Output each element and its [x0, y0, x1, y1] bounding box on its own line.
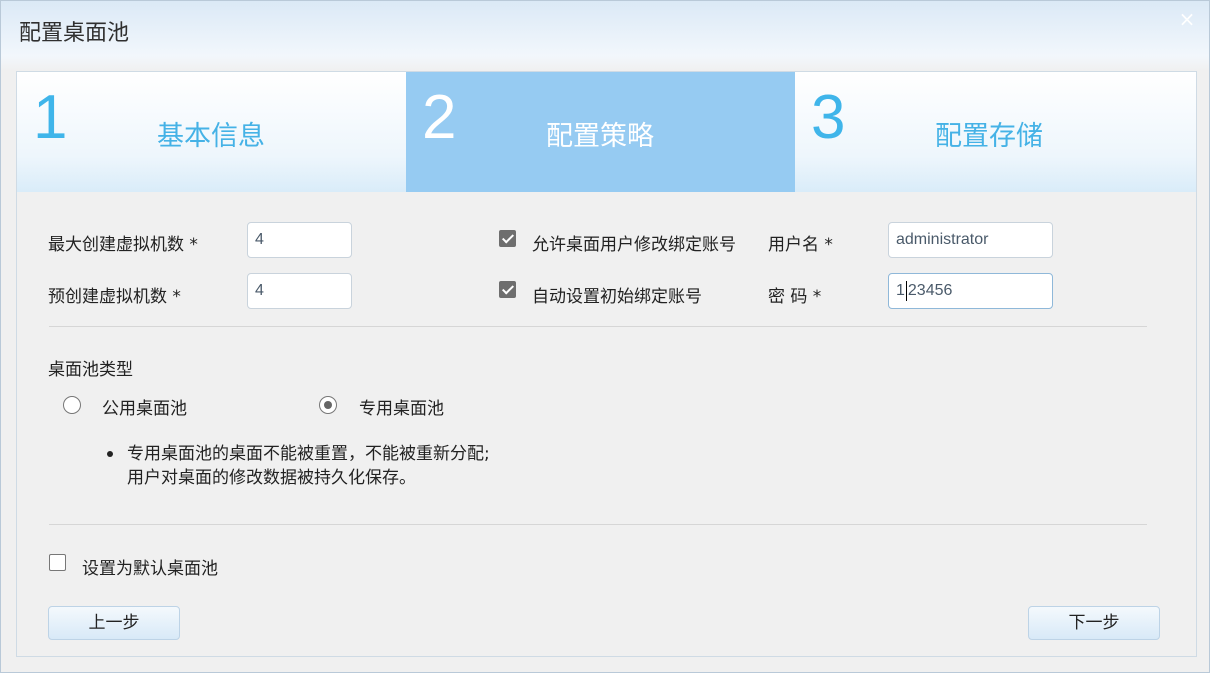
auto-bind-checkbox[interactable]	[499, 281, 516, 298]
public-pool-label: 公用桌面池	[102, 399, 187, 419]
dialog-title: 配置桌面池	[19, 21, 130, 46]
password-text-after-caret: 23456	[907, 282, 953, 299]
allow-modify-label: 允许桌面用户修改绑定账号	[532, 235, 736, 255]
max-vm-label: 最大创建虚拟机数 *	[48, 235, 198, 255]
username-label: 用户名 *	[768, 235, 833, 255]
step-configure-storage[interactable]: 3 配置存储	[795, 72, 1196, 192]
divider	[49, 524, 1147, 525]
password-input[interactable]: 1 23456	[888, 273, 1053, 309]
step-basic-info[interactable]: 1 基本信息	[17, 72, 406, 192]
max-vm-input[interactable]: 4	[247, 222, 352, 258]
password-label: 密 码 *	[768, 287, 822, 307]
pre-vm-label: 预创建虚拟机数 *	[48, 287, 181, 307]
step-number: 3	[811, 83, 846, 152]
username-input[interactable]: administrator	[888, 222, 1053, 258]
step-label: 配置策略	[546, 121, 654, 152]
description-line-1: 专用桌面池的桌面不能被重置，不能被重新分配;	[127, 444, 490, 464]
public-pool-radio[interactable]	[63, 396, 81, 414]
auto-bind-label: 自动设置初始绑定账号	[532, 287, 702, 307]
password-text-before-caret: 1	[896, 282, 905, 299]
next-button[interactable]: 下一步	[1028, 606, 1160, 640]
step-number: 2	[422, 83, 457, 152]
wizard-steps: 1 基本信息 2 配置策略 3 配置存储	[17, 72, 1196, 192]
configure-desktop-pool-dialog: 配置桌面池 × 1 基本信息 2 配置策略 3 配置存储 最大创建虚拟机数 * …	[0, 0, 1210, 673]
pool-type-label: 桌面池类型	[48, 360, 133, 380]
bullet-icon	[107, 451, 113, 457]
default-pool-checkbox[interactable]	[49, 554, 66, 571]
default-pool-label: 设置为默认桌面池	[82, 559, 218, 579]
pool-type-description: 专用桌面池的桌面不能被重置，不能被重新分配; 用户对桌面的修改数据被持久化保存。	[107, 442, 490, 490]
pre-vm-input[interactable]: 4	[247, 273, 352, 309]
step-label: 配置存储	[935, 121, 1043, 152]
divider	[49, 326, 1147, 327]
close-icon[interactable]: ×	[1177, 9, 1197, 29]
description-line-2: 用户对桌面的修改数据被持久化保存。	[127, 468, 416, 488]
step-configure-policy[interactable]: 2 配置策略	[406, 72, 795, 192]
wizard-panel: 1 基本信息 2 配置策略 3 配置存储 最大创建虚拟机数 * 4 允许桌面用户…	[16, 71, 1197, 657]
step-label: 基本信息	[157, 121, 265, 152]
dedicated-pool-radio[interactable]	[319, 396, 337, 414]
dedicated-pool-label: 专用桌面池	[359, 399, 444, 419]
allow-modify-checkbox[interactable]	[499, 230, 516, 247]
step-number: 1	[33, 83, 68, 152]
text-caret	[905, 280, 907, 301]
prev-button[interactable]: 上一步	[48, 606, 180, 640]
